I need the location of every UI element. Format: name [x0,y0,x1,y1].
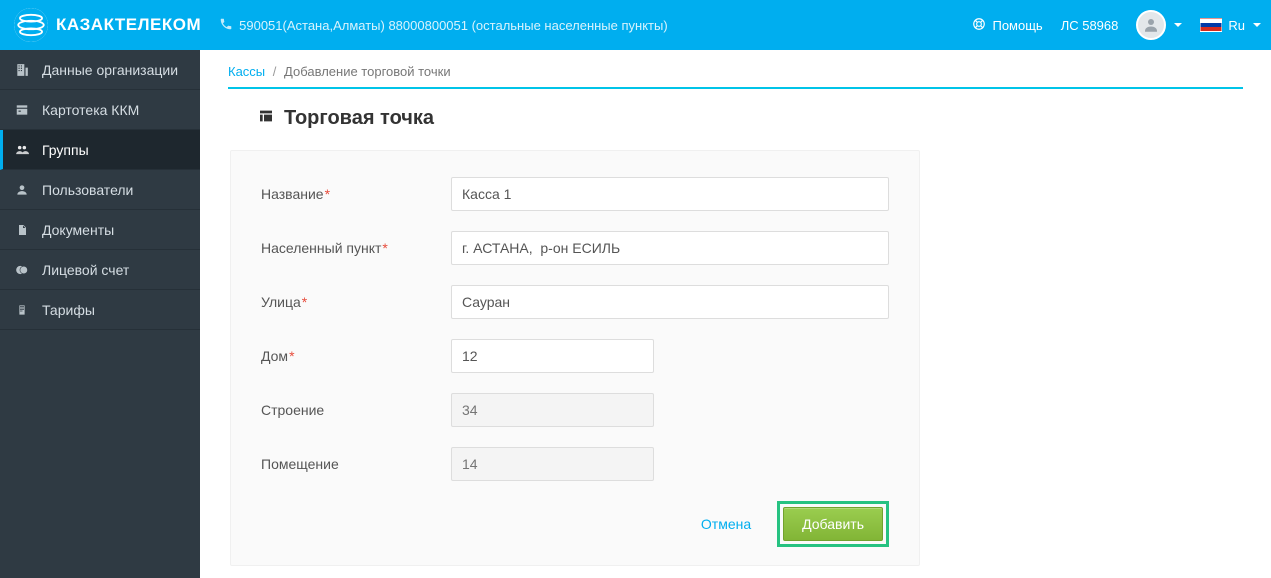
breadcrumb-current: Добавление торговой точки [284,64,451,79]
form-row-room: Помещение [261,447,889,481]
sidebar-item-kkm[interactable]: Картотека ККМ [0,90,200,130]
sidebar-item-documents[interactable]: Документы [0,210,200,250]
help-link[interactable]: Помощь [972,17,1042,34]
main-content: Кассы / Добавление торговой точки Торгов… [200,50,1271,578]
form-row-city: Населенный пункт* [261,231,889,265]
sidebar-item-label: Документы [42,222,114,238]
page-title: Торговая точка [258,107,1243,130]
form-card: Название* Населенный пункт* Улица* Дом* [230,150,920,566]
flag-ru-icon [1200,18,1222,32]
building-input[interactable] [451,393,654,427]
city-input[interactable] [451,231,889,265]
tariff-icon [14,303,30,317]
name-input[interactable] [451,177,889,211]
accent-divider [228,87,1243,89]
form-label-building: Строение [261,402,451,418]
cancel-button[interactable]: Отмена [701,516,751,532]
logo-icon [14,8,48,42]
account-link[interactable]: ЛС 58968 [1061,18,1119,33]
room-input[interactable] [451,447,654,481]
chevron-down-icon [1174,23,1182,27]
sidebar-item-label: Картотека ККМ [42,102,139,118]
language-switch[interactable]: Ru [1200,18,1261,33]
sidebar-item-tariffs[interactable]: Тарифы [0,290,200,330]
breadcrumb-link-kassy[interactable]: Кассы [228,64,265,79]
sidebar-item-groups[interactable]: Группы [0,130,200,170]
form-label-house: Дом* [261,348,451,364]
brand-name: КАЗАКТЕЛЕКОМ [56,15,201,35]
sidebar-item-label: Тарифы [42,302,95,318]
street-input[interactable] [451,285,889,319]
avatar-icon [1136,10,1166,40]
doc-icon [14,223,30,237]
phone-icon [219,17,233,34]
chevron-down-icon [1253,23,1261,27]
sidebar-item-label: Лицевой счет [42,262,129,278]
account-label: ЛС 58968 [1061,18,1119,33]
store-icon [258,108,274,129]
sidebar-item-users[interactable]: Пользователи [0,170,200,210]
form-label-name: Название* [261,186,451,202]
form-row-building: Строение [261,393,889,427]
header-phone[interactable]: 590051(Астана,Алматы) 88000800051 (остал… [219,17,668,34]
brand-logo[interactable]: КАЗАКТЕЛЕКОМ [14,8,201,42]
breadcrumb: Кассы / Добавление торговой точки [228,64,1243,79]
form-label-city: Населенный пункт* [261,240,451,256]
form-label-street: Улица* [261,294,451,310]
form-actions: Отмена Добавить [261,501,889,547]
header-phone-text: 590051(Астана,Алматы) 88000800051 (остал… [239,18,668,33]
submit-button-highlight: Добавить [777,501,889,547]
user-icon [14,183,30,197]
sidebar-item-balance[interactable]: Лицевой счет [0,250,200,290]
header: КАЗАКТЕЛЕКОМ 590051(Астана,Алматы) 88000… [0,0,1271,50]
sidebar-item-label: Пользователи [42,182,133,198]
sidebar-item-label: Данные организации [42,62,178,78]
form-label-room: Помещение [261,456,451,472]
groups-icon [14,143,30,157]
sidebar-item-label: Группы [42,142,89,158]
house-input[interactable] [451,339,654,373]
page-title-text: Торговая точка [284,107,434,130]
sidebar: Данные организации Картотека ККМ Группы … [0,50,200,578]
form-row-street: Улица* [261,285,889,319]
submit-button[interactable]: Добавить [783,507,883,541]
wallet-icon [14,263,30,277]
form-row-name: Название* [261,177,889,211]
building-icon [14,63,30,77]
sidebar-item-org-data[interactable]: Данные организации [0,50,200,90]
card-icon [14,103,30,117]
breadcrumb-separator: / [273,64,277,79]
form-row-house: Дом* [261,339,889,373]
help-label: Помощь [992,18,1042,33]
language-label: Ru [1228,18,1245,33]
lifebuoy-icon [972,17,986,34]
user-menu[interactable] [1136,10,1182,40]
